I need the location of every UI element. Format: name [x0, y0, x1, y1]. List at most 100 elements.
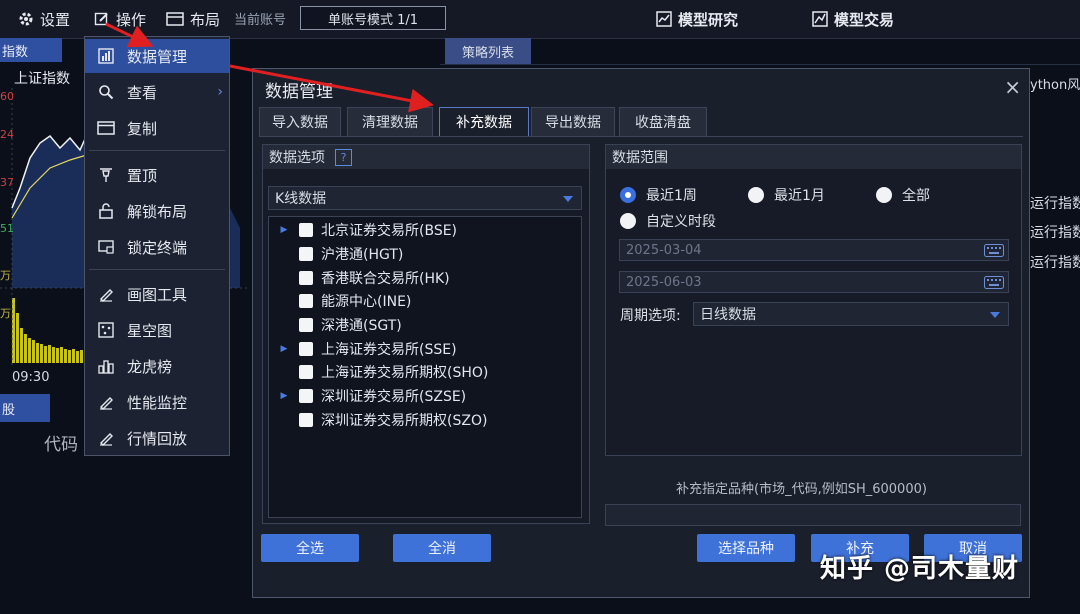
select-variety-button[interactable]: 选择品种 [697, 534, 795, 562]
tab-export-data[interactable]: 导出数据 [531, 107, 615, 137]
expand-arrow-icon[interactable]: ▶ [269, 391, 299, 401]
star-map-icon [98, 322, 114, 338]
radio-label: 全部 [902, 188, 930, 204]
market-checkbox[interactable] [299, 365, 313, 379]
market-checkbox[interactable] [299, 294, 313, 308]
menu-item-label: 画图工具 [127, 285, 188, 304]
market-checkbox[interactable] [299, 342, 313, 356]
settings-label: 设置 [40, 10, 71, 29]
radio-button[interactable] [620, 213, 636, 229]
lock-terminal-icon [98, 240, 114, 254]
close-icon[interactable]: × [1004, 75, 1021, 99]
operation-menu[interactable]: 操作 [94, 0, 146, 38]
menu-item-view[interactable]: 查看 › [85, 75, 229, 109]
market-tree-item[interactable]: 香港联合交易所(HK) [269, 266, 450, 290]
menu-item-lock-terminal[interactable]: 锁定终端 [85, 230, 229, 264]
menu-item-pin-top[interactable]: 置顶 [85, 158, 229, 192]
market-checkbox[interactable] [299, 247, 313, 261]
menu-item-star-map[interactable]: 星空图 [85, 313, 229, 347]
radio-custom-period[interactable]: 自定义时段 [620, 211, 716, 231]
radio-all[interactable]: 全部 [876, 185, 930, 205]
period-select[interactable]: 日线数据 [693, 302, 1009, 326]
menu-item-label: 性能监控 [127, 393, 188, 412]
model-trading-tab[interactable]: 模型交易 [812, 0, 894, 38]
watermark: 知乎 @司木量财 [820, 554, 1020, 584]
market-checkbox[interactable] [299, 223, 313, 237]
select-all-button[interactable]: 全选 [261, 534, 359, 562]
top-toolbar: 设置 操作 布局 当前账号 单账号模式 1/1 模型研究 模型交易 [0, 0, 1080, 39]
market-tree-item[interactable]: ▶ 上海证券交易所(SSE) [269, 337, 457, 361]
keyboard-icon[interactable] [984, 244, 1004, 257]
menu-item-unlock-layout[interactable]: 解锁布局 [85, 194, 229, 228]
pencil-icon [100, 289, 113, 302]
start-date-field[interactable]: 2025-03-04 [619, 239, 1009, 261]
market-checkbox[interactable] [299, 389, 313, 403]
variety-code-input[interactable] [605, 504, 1021, 526]
tab-supplement-data[interactable]: 补充数据 [439, 107, 529, 137]
volume-axis-label: 万 [0, 307, 11, 320]
model-research-tab[interactable]: 模型研究 [656, 0, 738, 38]
menu-item-label: 星空图 [127, 321, 173, 340]
market-tree: ▶ 北京证券交易所(BSE) 沪港通(HGT) 香港联合交易所(HK) 能源中心… [268, 216, 582, 518]
menu-separator [89, 150, 225, 151]
radio-label: 最近1月 [774, 188, 825, 204]
market-tree-item[interactable]: 上海证券交易所期权(SHO) [269, 360, 488, 384]
market-tree-item[interactable]: ▶ 北京证券交易所(BSE) [269, 218, 457, 242]
market-checkbox[interactable] [299, 271, 313, 285]
market-label: 能源中心(INE) [321, 294, 412, 310]
expand-arrow-icon[interactable]: ▶ [269, 344, 299, 354]
tab-close-clear[interactable]: 收盘清盘 [619, 107, 707, 137]
volume-axis-label: 万 [0, 269, 11, 282]
menu-item-label: 数据管理 [127, 47, 188, 66]
layout-icon [166, 12, 184, 26]
stock-panel-tab[interactable]: 股 [0, 394, 50, 422]
market-label: 香港联合交易所(HK) [321, 271, 450, 287]
market-label: 上海证券交易所(SSE) [321, 342, 457, 358]
dragon-tiger-icon [98, 360, 114, 374]
y-axis-label: 51 [0, 222, 14, 235]
menu-item-dragon-tiger-list[interactable]: 龙虎榜 [85, 349, 229, 383]
end-date-field[interactable]: 2025-06-03 [619, 271, 1009, 293]
menu-separator [89, 269, 225, 270]
strategy-list-tab[interactable]: 策略列表 [445, 38, 531, 64]
tab-underline [259, 136, 1023, 137]
market-tree-item[interactable]: 深港通(SGT) [269, 313, 402, 337]
menu-item-drawing-tools[interactable]: 画图工具 [85, 277, 229, 311]
market-tree-item[interactable]: ▶ 深圳证券交易所(SZSE) [269, 384, 466, 408]
chevron-down-icon [563, 196, 573, 202]
tab-clean-data[interactable]: 清理数据 [347, 107, 433, 137]
market-tree-item[interactable]: 沪港通(HGT) [269, 242, 403, 266]
menu-item-performance-monitor[interactable]: 性能监控 [85, 385, 229, 419]
radio-last-month[interactable]: 最近1月 [748, 185, 825, 205]
radio-last-week[interactable]: 最近1周 [620, 185, 697, 205]
radio-button[interactable] [620, 187, 636, 203]
market-tree-item[interactable]: 能源中心(INE) [269, 289, 411, 313]
layout-menu[interactable]: 布局 [166, 0, 220, 38]
menu-item-data-management[interactable]: 数据管理 [85, 39, 229, 73]
window-copy-icon [97, 121, 115, 135]
model-trading-label: 模型交易 [834, 10, 895, 29]
bar-chart-icon [98, 48, 114, 64]
y-axis-label: 37 [0, 176, 14, 189]
expand-arrow-icon[interactable]: ▶ [269, 225, 299, 235]
market-tree-item[interactable]: 深圳证券交易所期权(SZO) [269, 408, 487, 432]
data-range-title: 数据范围 [612, 150, 668, 166]
help-icon[interactable]: ? [335, 148, 352, 166]
radio-button[interactable] [748, 187, 764, 203]
pencil-replay-icon [100, 433, 113, 446]
menu-item-copy[interactable]: 复制 [85, 111, 229, 145]
index-panel-tab[interactable]: 指数 [0, 38, 62, 62]
unlock-icon [99, 203, 113, 219]
market-checkbox[interactable] [299, 413, 313, 427]
clear-all-button[interactable]: 全消 [393, 534, 491, 562]
account-mode-select[interactable]: 单账号模式 1/1 [300, 6, 446, 30]
menu-item-label: 复制 [127, 119, 158, 138]
menu-item-market-replay[interactable]: 行情回放 [85, 421, 229, 455]
keyboard-icon[interactable] [984, 276, 1004, 289]
market-checkbox[interactable] [299, 318, 313, 332]
kline-type-select[interactable]: K线数据 [268, 186, 582, 210]
strategy-row-status: 运行指数 [1030, 255, 1080, 271]
radio-button[interactable] [876, 187, 892, 203]
tab-import-data[interactable]: 导入数据 [259, 107, 341, 137]
settings-menu[interactable]: 设置 [18, 0, 70, 38]
